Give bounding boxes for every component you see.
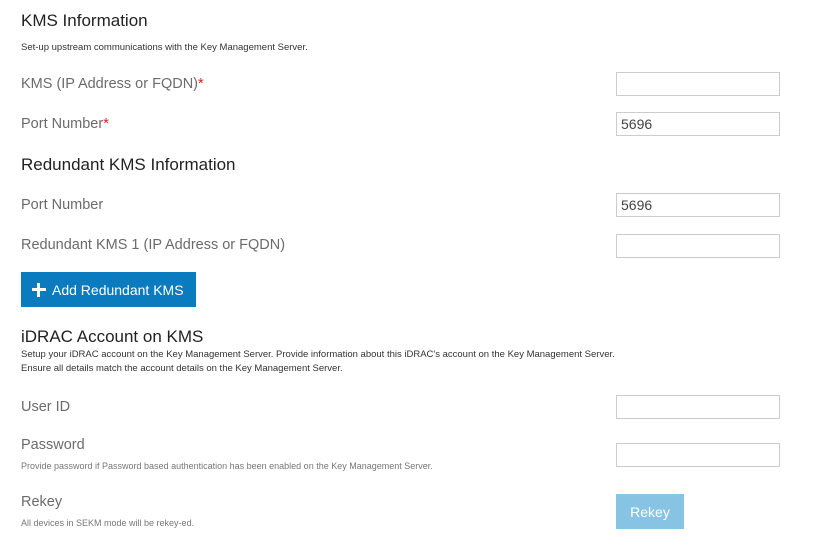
add-redundant-kms-button[interactable]: Add Redundant KMS	[21, 272, 196, 307]
redundant-kms1-label: Redundant KMS 1 (IP Address or FQDN)	[21, 237, 286, 253]
kms-address-label-text: KMS (IP Address or FQDN)	[21, 76, 198, 92]
redundant-port-label: Port Number	[21, 197, 104, 213]
rekey-label: Rekey	[21, 494, 63, 510]
password-label: Password	[21, 437, 85, 453]
kms-port-label-text: Port Number	[21, 116, 104, 132]
user-id-label: User ID	[21, 399, 71, 415]
kms-address-input[interactable]	[616, 72, 780, 96]
kms-section-description: Set-up upstream communications with the …	[21, 42, 308, 53]
idrac-account-section-title: iDRAC Account on KMS	[21, 327, 204, 346]
kms-port-input[interactable]	[616, 112, 780, 136]
redundant-kms1-input[interactable]	[616, 234, 780, 258]
password-input[interactable]	[616, 443, 780, 467]
idrac-account-description-line2: Ensure all details match the account det…	[21, 363, 343, 374]
plus-icon	[32, 282, 46, 297]
user-id-input[interactable]	[616, 395, 780, 419]
required-mark: *	[103, 116, 109, 132]
redundant-kms-section-title: Redundant KMS Information	[21, 155, 236, 174]
required-mark: *	[198, 76, 204, 92]
redundant-port-input[interactable]	[616, 193, 780, 217]
password-help-text: Provide password if Password based authe…	[21, 461, 433, 471]
kms-section-title: KMS Information	[21, 11, 148, 30]
add-redundant-kms-label: Add Redundant KMS	[52, 281, 184, 298]
kms-address-label: KMS (IP Address or FQDN)*	[21, 76, 204, 92]
idrac-account-description-line1: Setup your iDRAC account on the Key Mana…	[21, 349, 615, 360]
rekey-help-text: All devices in SEKM mode will be rekey-e…	[21, 518, 195, 528]
rekey-button[interactable]: Rekey	[616, 494, 684, 529]
kms-port-label: Port Number*	[21, 116, 109, 132]
